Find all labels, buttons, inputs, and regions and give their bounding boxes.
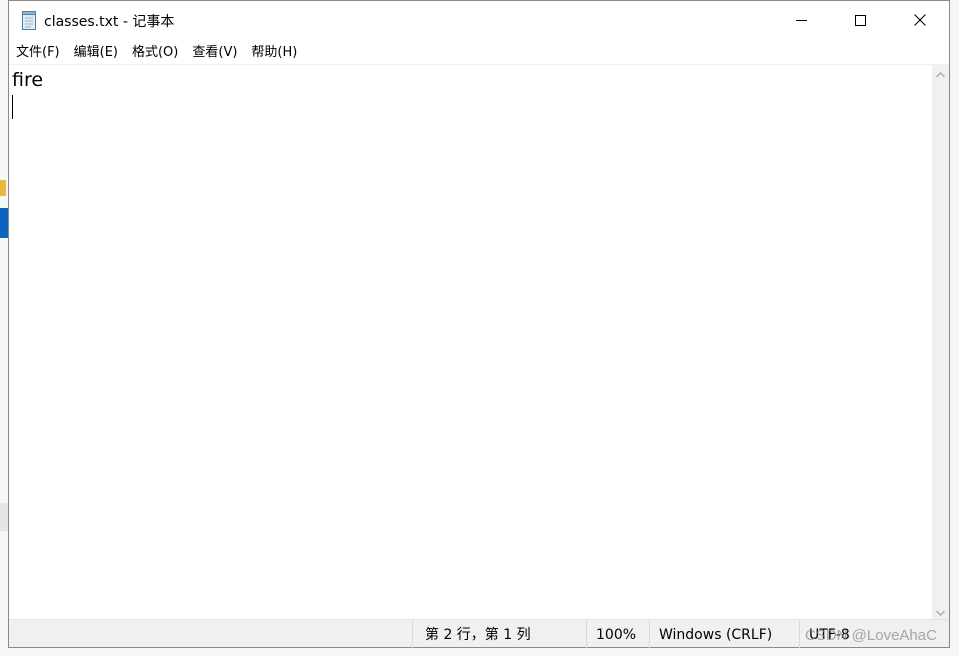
status-zoom: 100% <box>586 620 649 648</box>
maximize-icon <box>854 14 866 26</box>
background-window-right <box>951 0 959 656</box>
window-title: classes.txt - 记事本 <box>44 14 175 30</box>
close-button[interactable] <box>897 1 943 39</box>
scroll-down-button[interactable] <box>932 602 949 619</box>
vertical-scrollbar[interactable] <box>932 64 949 619</box>
editor-line <box>12 93 929 119</box>
background-folder-icon <box>0 180 6 196</box>
background-window-bottom <box>0 648 959 656</box>
text-caret <box>12 94 13 119</box>
menu-file[interactable]: 文件(F) <box>9 41 67 64</box>
maximize-button[interactable] <box>837 1 883 39</box>
menu-help[interactable]: 帮助(H) <box>244 41 304 64</box>
scroll-up-button[interactable] <box>932 64 949 81</box>
close-icon <box>914 14 926 26</box>
menu-edit[interactable]: 编辑(E) <box>67 41 125 64</box>
minimize-icon <box>795 15 807 26</box>
notepad-icon[interactable] <box>21 11 37 30</box>
menu-view[interactable]: 查看(V) <box>185 41 244 64</box>
chevron-up-icon <box>936 63 945 82</box>
status-cursor-position: 第 2 行，第 1 列 <box>412 620 586 648</box>
status-bar: 第 2 行，第 1 列 100% Windows (CRLF) UTF-8 <box>9 619 949 648</box>
editor-line: fire <box>12 67 929 93</box>
menu-bar: 文件(F) 编辑(E) 格式(O) 查看(V) 帮助(H) <box>9 41 949 64</box>
chevron-down-icon <box>936 601 945 620</box>
menu-format[interactable]: 格式(O) <box>125 41 185 64</box>
editor-line-text: fire <box>12 69 44 91</box>
text-editor[interactable]: fire <box>9 64 932 619</box>
minimize-button[interactable] <box>778 1 824 39</box>
status-encoding: UTF-8 <box>799 620 949 648</box>
notepad-window: classes.txt - 记事本 文件(F) 编辑(E) 格式(O) 查看(V… <box>8 0 950 648</box>
title-bar[interactable]: classes.txt - 记事本 <box>9 1 949 39</box>
status-line-ending: Windows (CRLF) <box>649 620 799 648</box>
